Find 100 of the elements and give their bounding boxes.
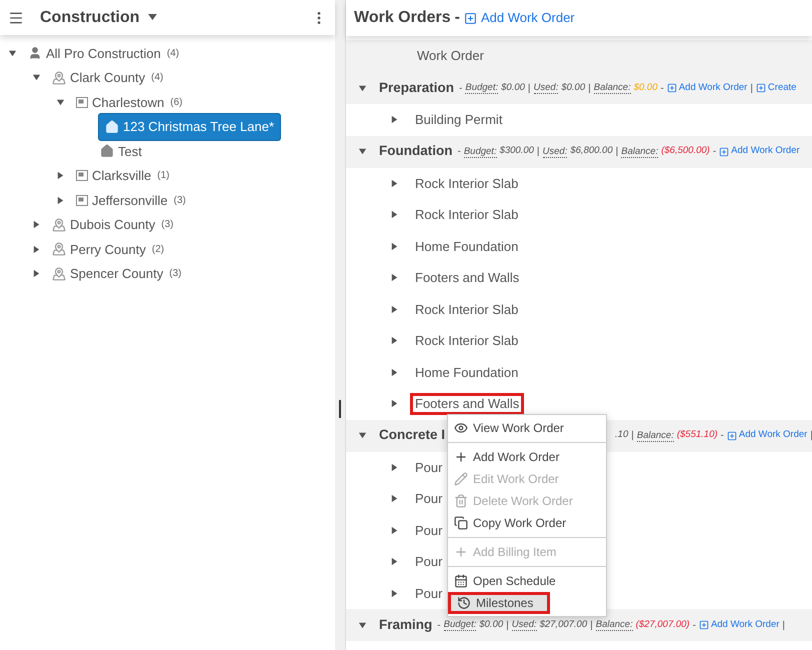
collapse-caret-icon[interactable] xyxy=(358,620,367,630)
add-link[interactable]: Add Work Order xyxy=(698,618,780,632)
add-icon xyxy=(464,12,477,24)
work-order-item[interactable]: Pour xyxy=(415,584,442,603)
expand-caret-icon[interactable] xyxy=(390,242,399,251)
collapse-caret-icon[interactable] xyxy=(8,48,17,58)
separator-text: | xyxy=(750,82,753,96)
tree-item[interactable]: Test xyxy=(98,142,144,161)
add-link[interactable]: Add Work Order xyxy=(719,144,800,159)
collapse-caret-icon[interactable] xyxy=(32,73,41,82)
expand-caret-icon[interactable] xyxy=(390,526,399,535)
project-dropdown[interactable]: Construction xyxy=(40,6,157,30)
separator-text: | xyxy=(588,82,591,96)
trash-icon xyxy=(454,494,468,508)
expand-caret-icon[interactable] xyxy=(56,196,65,205)
collapse-caret-icon[interactable] xyxy=(358,84,367,92)
expand-caret-icon[interactable] xyxy=(390,557,399,566)
work-order-item[interactable]: Rock Interior Slab xyxy=(415,174,518,193)
tree-item[interactable]: Clark County (4) xyxy=(50,68,166,88)
meta-label: Used: xyxy=(512,619,537,631)
meta-value: ($551.10) xyxy=(676,428,718,442)
meta-label: Budget: xyxy=(464,146,497,158)
expand-caret-icon[interactable] xyxy=(32,220,41,230)
menu-item[interactable]: Copy Work Order xyxy=(448,512,606,534)
separator-text: | xyxy=(536,145,540,159)
collapse-caret-icon[interactable] xyxy=(56,98,65,107)
expand-caret-icon[interactable] xyxy=(390,462,399,472)
expand-caret-icon[interactable] xyxy=(390,336,399,346)
map-pin-icon xyxy=(52,242,66,256)
dropdown-caret-icon xyxy=(148,14,157,21)
expand-caret-icon[interactable] xyxy=(390,178,399,188)
work-order-item[interactable]: Home Foundation xyxy=(415,236,518,256)
work-order-item[interactable]: Building Permit xyxy=(415,110,502,130)
tree-item[interactable]: Jeffersonville (3) xyxy=(74,190,188,210)
work-order-item[interactable]: Rock Interior Slab xyxy=(415,300,518,319)
title-dash: - xyxy=(454,8,460,28)
menu-item[interactable]: Add Work Order xyxy=(448,446,606,468)
meta-value: $0.00 xyxy=(501,80,525,95)
add-icon xyxy=(726,430,737,440)
add-link[interactable]: Add Work Order xyxy=(726,428,808,443)
group-title: Framing xyxy=(379,616,432,634)
menu-item[interactable]: Milestones xyxy=(448,592,550,614)
expand-caret-icon[interactable] xyxy=(390,304,399,314)
expand-caret-icon[interactable] xyxy=(32,269,41,278)
expand-caret-icon[interactable] xyxy=(32,244,41,254)
menu-item[interactable]: Open Schedule xyxy=(448,570,606,592)
plus-icon xyxy=(454,545,468,559)
expand-caret-icon[interactable] xyxy=(390,273,399,282)
house-icon xyxy=(100,144,114,158)
separator-text: | xyxy=(528,82,531,96)
meta-label: Budget: xyxy=(444,619,476,631)
separator-text: - xyxy=(437,618,441,632)
add-link[interactable]: Add Work Order xyxy=(666,80,748,96)
tree-item[interactable]: Spencer County (3) xyxy=(50,264,184,284)
map-pin-icon xyxy=(52,266,66,281)
menu-item[interactable]: View Work Order xyxy=(448,417,606,439)
framed-picture-icon xyxy=(76,96,88,108)
work-order-item[interactable]: Rock Interior Slab xyxy=(415,331,518,350)
work-order-item[interactable]: Pour xyxy=(415,552,442,572)
meta-label: Balance: xyxy=(621,146,658,158)
work-order-item[interactable]: Pour xyxy=(415,458,442,477)
add-work-order-link[interactable]: Add Work Order xyxy=(464,8,575,28)
collapse-caret-icon[interactable] xyxy=(358,147,367,156)
splitter-handle[interactable] xyxy=(339,400,341,418)
expand-caret-icon[interactable] xyxy=(56,171,65,180)
group-title: Preparation xyxy=(379,78,454,97)
menu-icon[interactable] xyxy=(8,10,24,26)
expand-caret-icon[interactable] xyxy=(390,115,399,124)
work-order-item[interactable]: Rock Interior Slab xyxy=(415,205,518,224)
collapse-caret-icon[interactable] xyxy=(358,431,367,440)
expand-caret-icon[interactable] xyxy=(390,399,399,408)
column-header: Work Order xyxy=(417,47,484,66)
work-order-item[interactable]: Pour xyxy=(415,520,442,540)
separator-text: | xyxy=(506,618,509,632)
work-order-item[interactable]: Footers and Walls xyxy=(415,268,520,288)
tree-item[interactable]: 123 Christmas Tree Lane* xyxy=(98,113,282,140)
expand-caret-icon[interactable] xyxy=(390,494,399,504)
meta-value: $0.00 xyxy=(634,80,658,95)
tree-item[interactable]: Clarksville (1) xyxy=(74,166,172,186)
meta-label: Balance: xyxy=(594,82,631,94)
separator-text: - xyxy=(457,145,461,159)
meta-value: .10 xyxy=(615,428,628,442)
history-icon xyxy=(457,596,471,610)
group-title: Foundation xyxy=(379,142,452,160)
expand-caret-icon[interactable] xyxy=(390,210,399,220)
eye-icon xyxy=(454,421,468,435)
work-order-item[interactable]: Home Foundation xyxy=(415,362,518,382)
add-link[interactable]: Create xyxy=(756,80,796,96)
meta-value: ($6,500.00) xyxy=(661,144,710,158)
tree-item[interactable]: All Pro Construction (4) xyxy=(26,44,182,63)
expand-caret-icon[interactable] xyxy=(390,588,399,598)
page-title: Work Orders xyxy=(354,8,451,28)
tree-item[interactable]: Perry County (2) xyxy=(50,240,166,259)
work-order-item[interactable]: Pour xyxy=(415,489,442,508)
expand-caret-icon[interactable] xyxy=(390,368,399,377)
tree-item[interactable]: Charlestown (6) xyxy=(74,92,184,112)
separator-text: | xyxy=(590,618,593,632)
person-icon xyxy=(28,46,42,60)
tree-item[interactable]: Dubois County (3) xyxy=(50,215,176,234)
meta-label: Balance: xyxy=(636,430,674,442)
